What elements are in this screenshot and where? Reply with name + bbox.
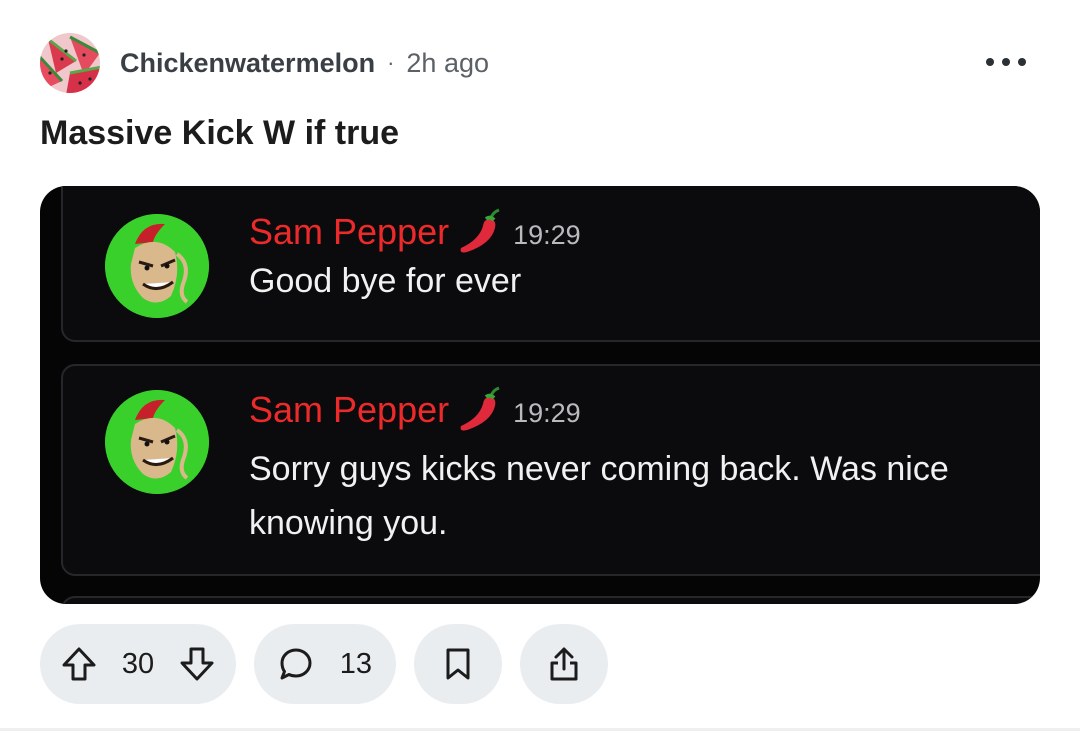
post-author[interactable]: Chickenwatermelon <box>120 48 375 79</box>
message-header: Sam Pepper 19:29 <box>249 386 581 434</box>
cartoon-face-icon <box>105 390 209 494</box>
comment-icon <box>278 646 314 682</box>
message-text: Sorry guys kicks never coming back. Was … <box>249 450 949 542</box>
upvote-icon[interactable] <box>60 645 98 683</box>
more-horizontal-icon <box>1002 58 1010 66</box>
post-time: 2h ago <box>406 47 489 78</box>
message-avatar <box>105 390 209 494</box>
message-time: 19:29 <box>513 397 581 428</box>
more-options-button[interactable] <box>986 50 1026 74</box>
vote-bar: 30 <box>40 624 236 704</box>
message-author: Sam Pepper <box>249 211 450 252</box>
downvote-icon[interactable] <box>178 645 216 683</box>
watermelon-avatar-icon <box>40 33 100 93</box>
post-header: Chickenwatermelon · 2h ago <box>40 33 489 93</box>
chili-pepper-icon <box>460 386 500 431</box>
post-title[interactable]: Massive Kick W if true <box>40 114 399 153</box>
chili-pepper-icon <box>460 208 500 253</box>
share-button[interactable] <box>520 624 608 704</box>
chat-message: Sam Pepper 19:29 Good bye for ever <box>61 186 1040 342</box>
post-actions: 30 13 <box>40 624 626 704</box>
meta-separator: · <box>387 50 395 75</box>
post-card: Chickenwatermelon · 2h ago Massive Kick … <box>0 0 1080 731</box>
post-image[interactable]: Sam Pepper 19:29 Good bye for ever Sam P… <box>40 186 1040 604</box>
message-text: Good bye for ever <box>249 262 522 300</box>
bookmark-icon <box>443 647 473 681</box>
comment-count: 13 <box>339 647 372 680</box>
save-button[interactable] <box>414 624 502 704</box>
message-avatar <box>105 214 209 318</box>
message-author: Sam Pepper <box>249 389 450 430</box>
user-avatar[interactable] <box>40 33 100 93</box>
more-horizontal-icon <box>1018 58 1026 66</box>
chat-message-partial <box>61 596 1040 604</box>
share-icon <box>546 645 582 683</box>
cartoon-face-icon <box>105 214 209 318</box>
message-header: Sam Pepper 19:29 <box>249 208 581 256</box>
chat-message: Sam Pepper 19:29 Sorry guys kicks never … <box>61 364 1040 576</box>
message-time: 19:29 <box>513 219 581 250</box>
vote-count: 30 <box>121 647 155 680</box>
comments-button[interactable]: 13 <box>254 624 396 704</box>
more-horizontal-icon <box>986 58 994 66</box>
